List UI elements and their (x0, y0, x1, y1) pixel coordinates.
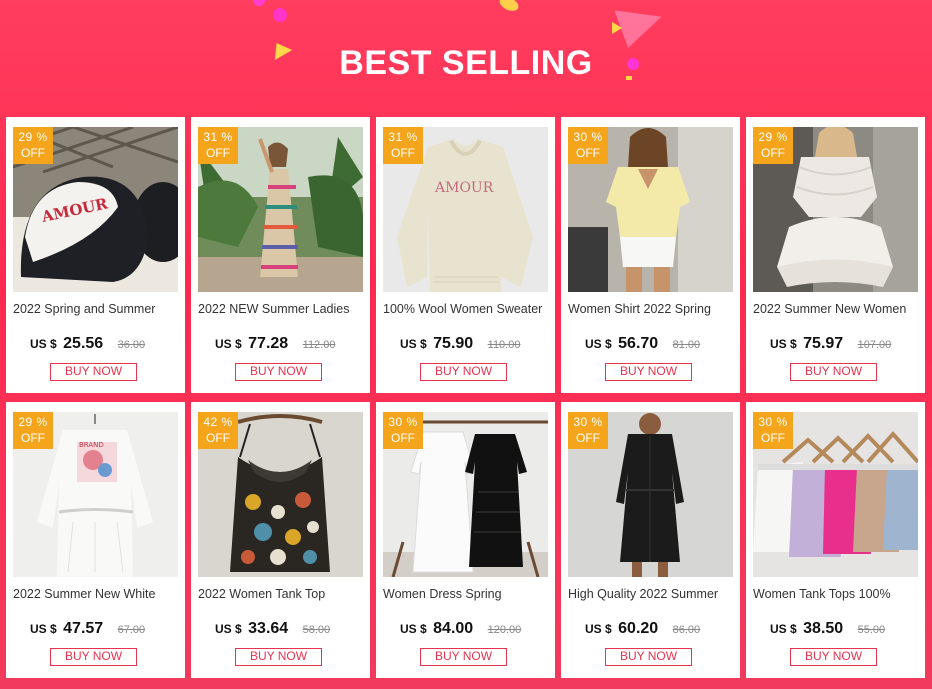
discount-badge: 30 % OFF (753, 412, 793, 449)
discount-badge: 29 % OFF (13, 127, 53, 164)
product-card[interactable]: AMOUR 29 % OFF 2022 Spring and Summer US … (6, 117, 185, 393)
product-card[interactable]: 31 % OFF 2022 NEW Summer Ladies US $ 77.2… (191, 117, 370, 393)
product-card[interactable]: 42 % OFF 2022 Women Tank Top US $ 33.64 5… (191, 402, 370, 678)
price-row: US $ 56.70 81.00 (585, 335, 735, 353)
product-name[interactable]: 2022 Summer New White (13, 587, 183, 601)
original-price: 36.00 (117, 339, 146, 351)
confetti-dot (273, 8, 287, 22)
sale-price: 75.97 (803, 335, 844, 352)
sale-price: 33.64 (248, 620, 289, 637)
currency-label: US $ (30, 337, 57, 351)
product-card[interactable]: 29 % OFF 2022 Summer New Women US $ 75.97… (746, 117, 925, 393)
price-row: US $ 77.28 112.00 (215, 335, 365, 353)
sale-price: 38.50 (803, 620, 844, 637)
currency-label: US $ (30, 622, 57, 636)
discount-badge: 29 % OFF (753, 127, 793, 164)
buy-now-button[interactable]: BUY NOW (790, 648, 877, 666)
discount-badge: 42 % OFF (198, 412, 238, 449)
svg-text:AMOUR: AMOUR (434, 180, 494, 196)
currency-label: US $ (585, 337, 612, 351)
discount-badge: 31 % OFF (383, 127, 423, 164)
currency-label: US $ (770, 337, 797, 351)
svg-text:BRAND: BRAND (79, 441, 104, 449)
product-card[interactable]: 30 % OFF High Quality 2022 Summer US $ 60… (561, 402, 740, 678)
confetti-triangle (612, 22, 622, 34)
buy-now-button[interactable]: BUY NOW (50, 648, 137, 666)
product-name[interactable]: 100% Wool Women Sweater (383, 302, 553, 316)
sale-price: 25.56 (63, 335, 104, 352)
buy-now-button[interactable]: BUY NOW (50, 363, 137, 381)
sale-price: 60.20 (618, 620, 659, 637)
original-price: 120.00 (487, 624, 522, 636)
currency-label: US $ (400, 622, 427, 636)
product-name[interactable]: Women Tank Tops 100% (753, 587, 923, 601)
price-row: US $ 25.56 36.00 (30, 335, 180, 353)
product-name[interactable]: 2022 Women Tank Top (198, 587, 368, 601)
product-card[interactable]: BRAND 29 % OFF 2022 Summer New White US $… (6, 402, 185, 678)
discount-badge: 29 % OFF (13, 412, 53, 449)
original-price: 107.00 (857, 339, 892, 351)
price-row: US $ 75.97 107.00 (770, 335, 920, 353)
currency-label: US $ (400, 337, 427, 351)
sale-price: 84.00 (433, 620, 474, 637)
original-price: 86.00 (672, 624, 701, 636)
buy-now-button[interactable]: BUY NOW (420, 648, 507, 666)
price-row: US $ 33.64 58.00 (215, 620, 365, 638)
price-row: US $ 60.20 86.00 (585, 620, 735, 638)
confetti-dot (253, 0, 265, 6)
original-price: 58.00 (302, 624, 331, 636)
product-name[interactable]: High Quality 2022 Summer (568, 587, 738, 601)
product-name[interactable]: Women Dress Spring (383, 587, 553, 601)
buy-now-button[interactable]: BUY NOW (605, 648, 692, 666)
original-price: 67.00 (117, 624, 146, 636)
discount-badge: 31 % OFF (198, 127, 238, 164)
product-name[interactable]: Women Shirt 2022 Spring (568, 302, 738, 316)
confetti-triangle (614, 0, 668, 48)
price-row: US $ 47.57 67.00 (30, 620, 180, 638)
sale-price: 47.57 (63, 620, 104, 637)
sale-price: 75.90 (433, 335, 474, 352)
buy-now-button[interactable]: BUY NOW (235, 648, 322, 666)
price-row: US $ 75.90 110.00 (400, 335, 550, 353)
product-card[interactable]: 30 % OFF Women Shirt 2022 Spring US $ 56.… (561, 117, 740, 393)
price-row: US $ 84.00 120.00 (400, 620, 550, 638)
product-card[interactable]: 30 % OFF Women Tank Tops 100% US $ 38.50 … (746, 402, 925, 678)
discount-badge: 30 % OFF (568, 127, 608, 164)
currency-label: US $ (215, 622, 242, 636)
sale-price: 77.28 (248, 335, 289, 352)
product-card[interactable]: 30 % OFF Women Dress Spring US $ 84.00 12… (376, 402, 555, 678)
product-name[interactable]: 2022 NEW Summer Ladies (198, 302, 368, 316)
buy-now-button[interactable]: BUY NOW (790, 363, 877, 381)
product-card[interactable]: AMOUR 31 % OFF 100% Wool Women Sweater US… (376, 117, 555, 393)
section-title: BEST SELLING (339, 44, 593, 82)
buy-now-button[interactable]: BUY NOW (420, 363, 507, 381)
price-row: US $ 38.50 55.00 (770, 620, 920, 638)
buy-now-button[interactable]: BUY NOW (235, 363, 322, 381)
currency-label: US $ (585, 622, 612, 636)
product-grid: AMOUR 29 % OFF 2022 Spring and Summer US … (6, 117, 926, 678)
original-price: 81.00 (672, 339, 701, 351)
product-name[interactable]: 2022 Summer New Women (753, 302, 923, 316)
sale-price: 56.70 (618, 335, 659, 352)
currency-label: US $ (215, 337, 242, 351)
buy-now-button[interactable]: BUY NOW (605, 363, 692, 381)
currency-label: US $ (770, 622, 797, 636)
confetti-blob (497, 0, 521, 14)
discount-badge: 30 % OFF (568, 412, 608, 449)
discount-badge: 30 % OFF (383, 412, 423, 449)
original-price: 55.00 (857, 624, 886, 636)
original-price: 112.00 (302, 339, 336, 351)
product-name[interactable]: 2022 Spring and Summer (13, 302, 183, 316)
original-price: 110.00 (487, 339, 521, 351)
